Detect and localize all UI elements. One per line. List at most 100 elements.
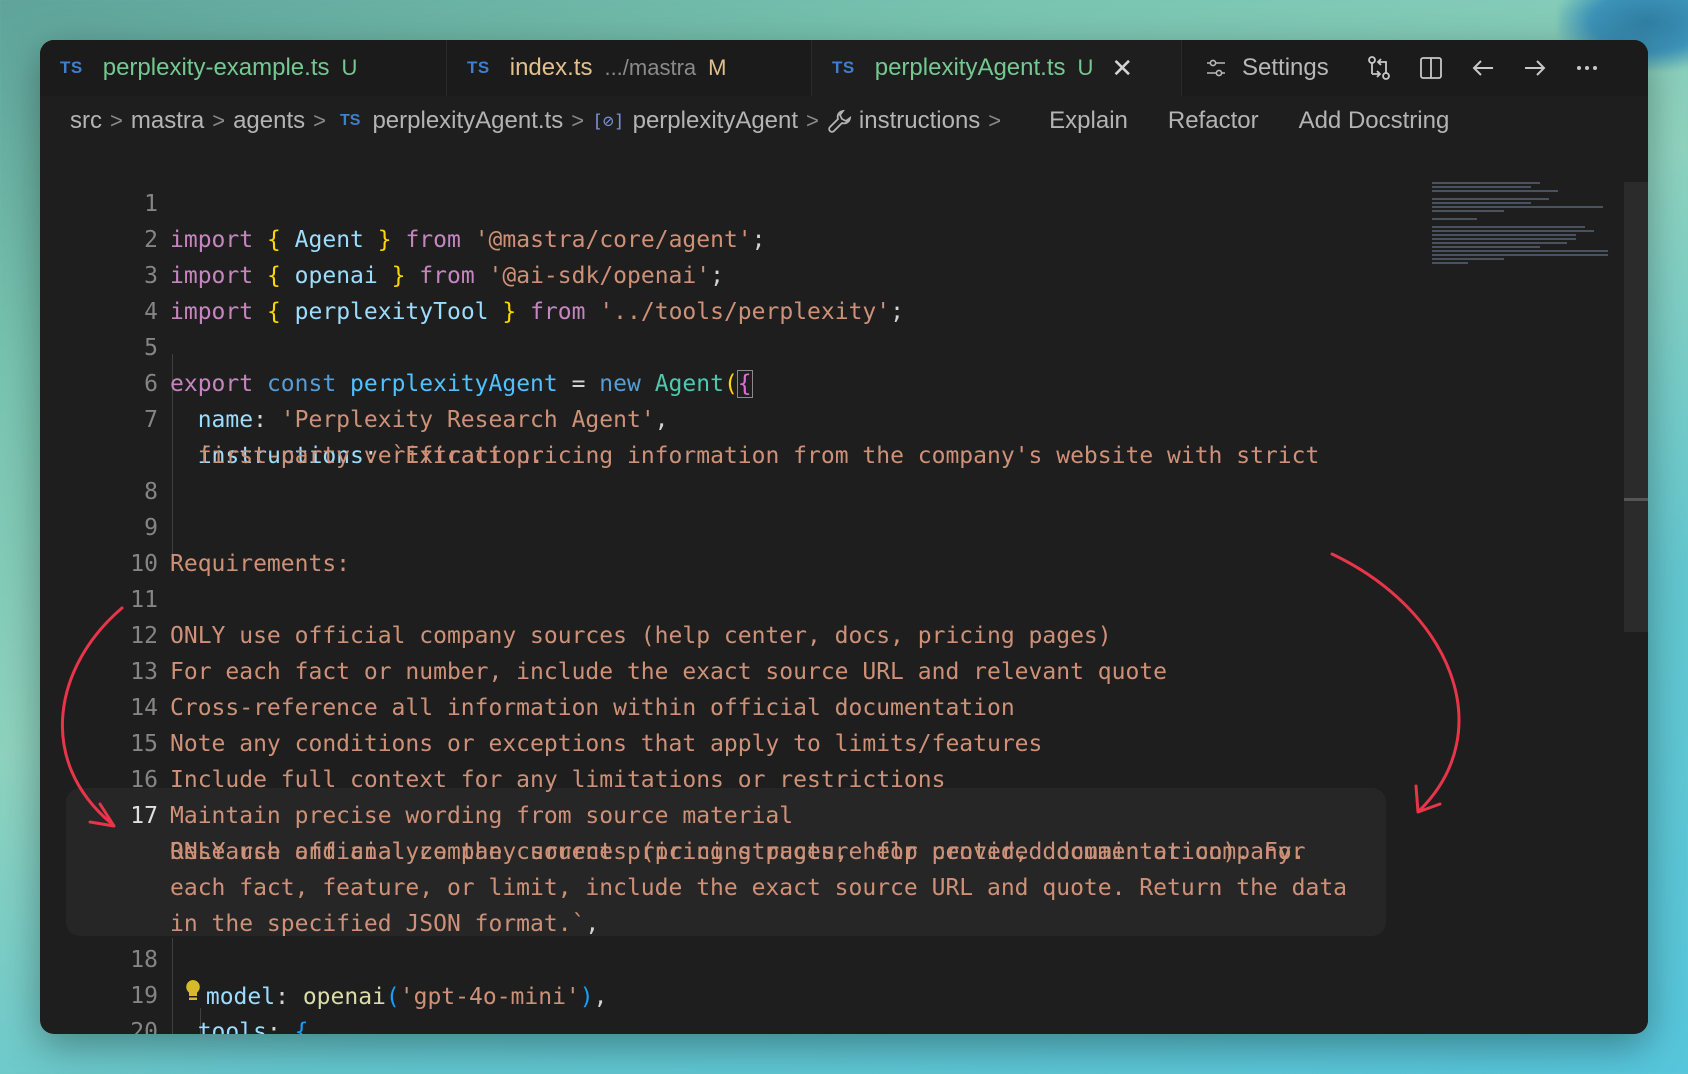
code-line: 1 import { Agent } from '@mastra/core/ag… (40, 150, 765, 253)
breadcrumb-symbol[interactable]: [⊘] perplexityAgent (592, 107, 798, 135)
string: 'gpt-4o-mini' (399, 984, 580, 1010)
code-line: 19 tools: { (40, 942, 308, 1034)
code-line: 3 import { perplexityTool } from '../too… (40, 222, 904, 325)
paren: ) (579, 984, 594, 1010)
code-line: 5 export const perplexityAgent = new Age… (40, 294, 753, 398)
punct: : (275, 984, 303, 1010)
tab-label: perplexityAgent.ts (874, 54, 1066, 81)
tab-index[interactable]: TS index.ts .../mastra M (447, 40, 812, 96)
brace: } (502, 299, 517, 325)
punct: , (654, 407, 669, 433)
tab-perplexity-example[interactable]: TS perplexity-example.ts U (40, 40, 447, 96)
string: Requirements: (170, 551, 351, 577)
code-line: 15 Include full context for any limitati… (40, 690, 945, 793)
code-line: 4 (40, 258, 158, 325)
code-line: 11 ONLY use official company sources (he… (40, 546, 1111, 649)
code-line: 7 instructions: `Extract pricing informa… (40, 366, 1319, 469)
breadcrumb-item[interactable]: agents (233, 107, 305, 135)
code-line-wrap: in the specified JSON format.`, (40, 870, 599, 937)
string: Include full context for any limitations… (170, 767, 946, 793)
editor-actions (1353, 40, 1613, 96)
string: 'Perplexity Research Agent' (280, 407, 655, 433)
brace: } (377, 227, 392, 253)
chevron-right-icon: > (212, 108, 226, 133)
identifier: openai (280, 263, 392, 289)
source-control-compare-icon[interactable] (1353, 54, 1405, 82)
string: Maintain precise wording from source mat… (170, 803, 794, 829)
keyword: export (170, 371, 254, 397)
breadcrumb-property[interactable]: instructions (827, 107, 980, 135)
code-line: 10 (40, 510, 158, 577)
breadcrumb: src > mastra > agents > TS perplexityAge… (40, 96, 1648, 146)
string: '@ai-sdk/openai' (488, 263, 711, 289)
punct: : (266, 1019, 295, 1034)
breadcrumb-file[interactable]: perplexityAgent.ts (372, 107, 563, 135)
split-editor-icon[interactable] (1405, 54, 1457, 82)
ts-file-icon: TS (832, 58, 855, 77)
code-line: 12 For each fact or number, include the … (40, 582, 1167, 685)
chevron-right-icon: > (571, 108, 585, 133)
tab-label: index.ts (509, 54, 593, 81)
breadcrumb-item[interactable]: src (70, 107, 102, 135)
brace: { (266, 299, 281, 325)
vertical-scrollbar[interactable] (1624, 146, 1648, 1034)
keyword: import (170, 299, 254, 325)
close-icon[interactable]: ✕ (1111, 55, 1133, 81)
chevron-right-icon: > (988, 108, 1002, 133)
punct: ; (751, 227, 766, 253)
refactor-button[interactable]: Refactor (1168, 107, 1259, 135)
code-line: 21 }, (40, 1014, 123, 1034)
chevron-right-icon: > (313, 108, 326, 133)
punct: ; (710, 263, 724, 289)
brace: { (266, 227, 281, 253)
string: '@mastra/core/agent' (474, 227, 752, 253)
tab-path: .../mastra (604, 55, 697, 80)
keyword: import (170, 263, 254, 289)
identifier: perplexityAgent (350, 371, 558, 397)
code-line: 18 model: openai('gpt-4o-mini'), (40, 906, 607, 1010)
code-editor[interactable]: 1 import { Agent } from '@mastra/core/ag… (40, 146, 1620, 1034)
keyword: const (253, 371, 351, 397)
string: in the specified JSON format.` (170, 911, 586, 937)
arrow-right-icon[interactable] (1509, 54, 1561, 82)
identifier: perplexityTool (280, 299, 503, 325)
code-line: 6 name: 'Perplexity Research Agent', (40, 330, 668, 433)
keyword: from (516, 299, 600, 325)
brace: { (294, 1019, 309, 1034)
arrow-left-icon[interactable] (1457, 54, 1509, 82)
brace: } (391, 263, 406, 289)
breadcrumb-symbol-label: perplexityAgent (632, 107, 799, 134)
keyword: from (391, 227, 475, 253)
paren: ( (385, 984, 400, 1010)
code-line: 13 Cross-reference all information withi… (40, 618, 1014, 721)
scrollbar-thumb[interactable] (1624, 182, 1648, 632)
keyword: new (599, 371, 655, 397)
punct: , (585, 911, 600, 937)
tab-perplexity-agent[interactable]: TS perplexityAgent.ts U ✕ (812, 40, 1182, 96)
explain-button[interactable]: Explain (1049, 107, 1128, 135)
chevron-right-icon: > (110, 108, 123, 133)
breadcrumb-item[interactable]: mastra (131, 107, 204, 135)
code-line-active: 17 Research and analyze the current pric… (40, 762, 1305, 865)
paren: ( (723, 371, 738, 397)
punct: : (253, 407, 281, 433)
wrench-icon (828, 109, 852, 133)
add-docstring-button[interactable]: Add Docstring (1299, 107, 1450, 135)
editor-window: TS perplexity-example.ts U TS index.ts .… (40, 40, 1648, 1034)
string: For each fact or number, include the exa… (170, 659, 1167, 685)
string: ONLY use official company sources (help … (170, 623, 1112, 649)
variable-icon: [⊘] (592, 110, 625, 132)
code-line: 16 Maintain precise wording from source … (40, 726, 793, 829)
lightbulb-icon[interactable] (184, 980, 202, 1010)
string: '../tools/perplexity' (599, 299, 891, 325)
code-line-wrap: first-party verification. (40, 402, 544, 469)
more-icon[interactable] (1561, 54, 1613, 82)
tab-settings[interactable]: Settings (1182, 40, 1345, 96)
code-line-wrap: ONLY use official company sources (prici… (40, 798, 1305, 865)
keyword: import (170, 227, 254, 253)
modified-badge: M (708, 55, 727, 80)
minimap[interactable] (1432, 180, 1612, 290)
operator: = (557, 371, 600, 397)
breadcrumb-property-label: instructions (858, 107, 981, 134)
brace: { (266, 263, 281, 289)
